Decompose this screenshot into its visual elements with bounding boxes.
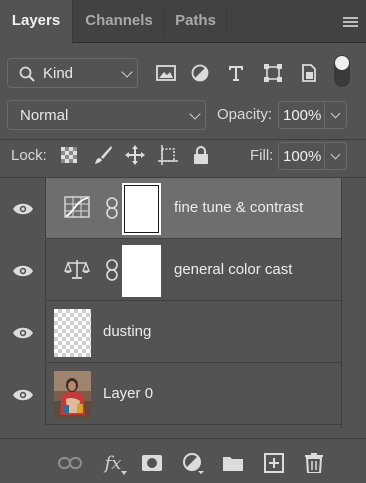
mask-link-icon[interactable]: [106, 197, 118, 219]
divider: [0, 139, 366, 140]
mask-link-icon[interactable]: [106, 259, 118, 281]
chevron-down-icon: [330, 149, 341, 160]
chevron-down-icon: [121, 66, 133, 78]
new-adjustment-icon[interactable]: [181, 451, 205, 475]
tab-divider: [226, 6, 227, 36]
visibility-toggle[interactable]: [0, 240, 46, 301]
blend-mode-value: Normal: [20, 107, 69, 124]
layer-row[interactable]: Layer 0: [0, 364, 341, 425]
opacity-field[interactable]: 100%: [278, 101, 347, 129]
photo-layer-thumbnail[interactable]: [54, 371, 91, 419]
layer-mask-thumbnail[interactable]: [122, 183, 161, 235]
search-icon: [19, 66, 35, 82]
transparent-layer-thumbnail[interactable]: [54, 309, 91, 357]
blend-mode-select[interactable]: Normal: [7, 100, 206, 130]
delete-icon[interactable]: [302, 451, 326, 475]
visibility-toggle[interactable]: [0, 178, 46, 239]
layer-name: Layer 0: [103, 385, 154, 402]
fill-label: Fill:: [250, 147, 274, 164]
lock-transparent-pixels-icon[interactable]: [58, 144, 80, 166]
new-layer-icon[interactable]: [262, 451, 286, 475]
chevron-down-icon: [330, 108, 341, 119]
fx-label: fx: [104, 452, 122, 474]
layer-row[interactable]: dusting: [0, 302, 341, 363]
filter-toggle-switch[interactable]: [334, 55, 350, 87]
fill-dropdown[interactable]: [324, 143, 346, 169]
layer-name: fine tune & contrast: [174, 199, 304, 216]
eye-icon: [12, 265, 33, 276]
tab-paths[interactable]: Paths: [165, 0, 226, 43]
list-footer-space: [0, 428, 366, 438]
layer-row[interactable]: general color cast: [0, 240, 341, 301]
fill-value: 100%: [283, 148, 322, 165]
lock-artboard-icon[interactable]: [157, 144, 179, 166]
curves-icon: [64, 196, 90, 218]
filter-kind-select[interactable]: Kind: [7, 58, 138, 88]
add-mask-icon[interactable]: [140, 451, 164, 475]
layers-scrollbar[interactable]: [341, 178, 366, 428]
adjustment-filter-icon[interactable]: [188, 61, 212, 85]
eye-icon: [12, 389, 33, 400]
layer-name: general color cast: [174, 261, 293, 278]
lock-label: Lock:: [11, 147, 47, 164]
tab-channels[interactable]: Channels: [74, 0, 164, 43]
opacity-label: Opacity:: [217, 106, 273, 123]
layer-row[interactable]: fine tune & contrast: [0, 178, 341, 239]
lock-image-pixels-icon[interactable]: [92, 144, 114, 166]
shape-filter-icon[interactable]: [261, 61, 285, 85]
layers-bottom-toolbar: fx: [0, 438, 366, 483]
filter-kind-label: Kind: [43, 65, 74, 82]
lock-all-icon[interactable]: [190, 144, 212, 166]
panel-tab-bar: Layers Channels Paths: [0, 0, 366, 44]
toggle-knob: [335, 56, 349, 70]
layer-name: dusting: [103, 323, 152, 340]
visibility-toggle[interactable]: [0, 302, 46, 363]
visibility-toggle[interactable]: [0, 364, 46, 425]
layer-mask-thumbnail[interactable]: [122, 245, 161, 297]
layers-list: fine tune & contrast general color cast …: [0, 178, 341, 428]
image-filter-icon[interactable]: [154, 61, 178, 85]
opacity-value: 100%: [283, 107, 322, 124]
chevron-down-icon: [121, 471, 127, 475]
smart-object-filter-icon[interactable]: [297, 61, 321, 85]
panel-menu-icon[interactable]: [343, 17, 358, 29]
eye-icon: [12, 203, 33, 214]
type-filter-icon[interactable]: [224, 61, 248, 85]
lock-position-icon[interactable]: [124, 144, 146, 166]
tab-layers[interactable]: Layers: [0, 0, 73, 44]
opacity-dropdown[interactable]: [324, 102, 346, 128]
color-balance-icon: [64, 260, 90, 279]
link-layers-icon[interactable]: [58, 451, 82, 475]
fx-icon[interactable]: fx: [101, 451, 127, 475]
fill-field[interactable]: 100%: [278, 142, 347, 170]
chevron-down-icon: [189, 108, 201, 120]
new-group-icon[interactable]: [221, 451, 245, 475]
eye-icon: [12, 327, 33, 338]
